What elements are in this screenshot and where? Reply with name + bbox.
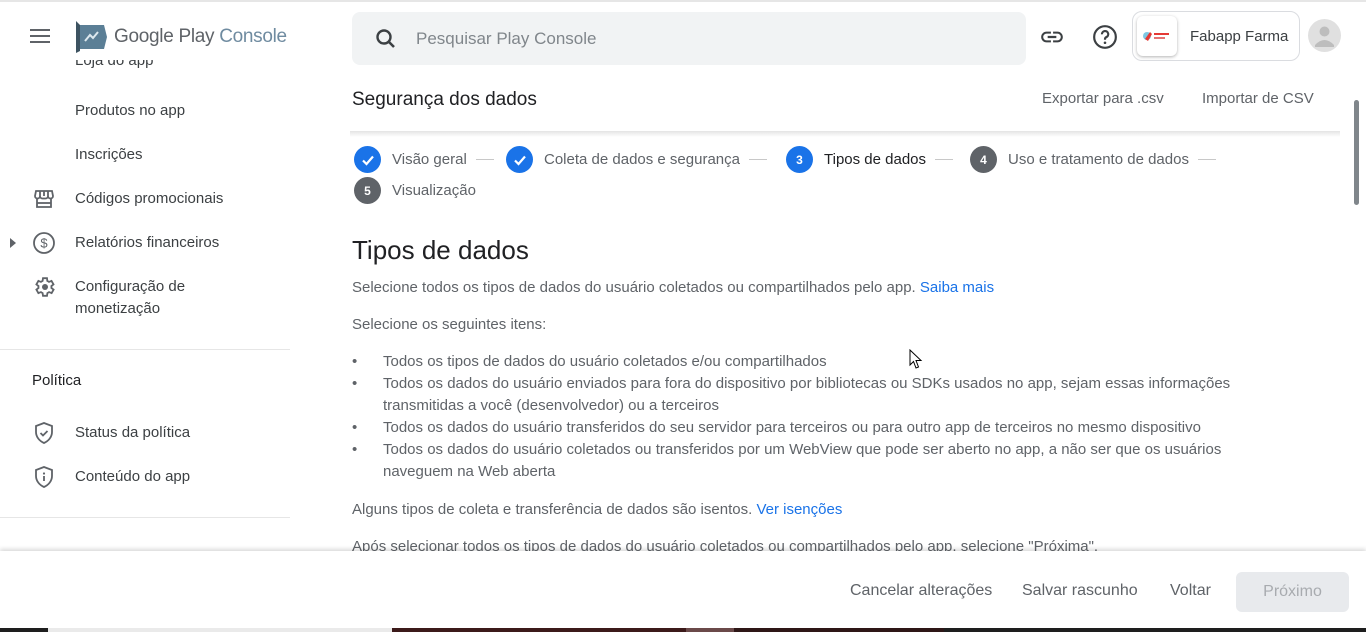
account-logo xyxy=(1137,16,1177,56)
sidebar-section-policy: Política xyxy=(32,372,82,389)
sidebar: Loja do app Produtos no app Inscrições C… xyxy=(0,60,290,550)
check-icon xyxy=(506,146,533,173)
step-connector xyxy=(935,159,954,160)
help-button[interactable] xyxy=(1090,22,1120,52)
avatar-icon xyxy=(1315,26,1334,47)
link-button[interactable] xyxy=(1037,22,1067,52)
shield-info-icon xyxy=(35,466,53,488)
step-number-badge: 4 xyxy=(970,146,997,173)
search-bar[interactable] xyxy=(352,12,1026,65)
google-play-console-logo[interactable]: Google Play Console xyxy=(74,20,287,54)
list-item: Todos os tipos de dados do usuário colet… xyxy=(352,351,1292,373)
step-number-badge: 3 xyxy=(786,146,813,173)
intro-paragraph: Selecione todos os tipos de dados do usu… xyxy=(352,279,995,296)
list-item: Todos os dados do usuário transferidos d… xyxy=(352,417,1292,439)
page-title: Segurança dos dados xyxy=(352,89,537,110)
next-button[interactable]: Próximo xyxy=(1236,572,1349,612)
step-data-collection[interactable]: Coleta de dados e segurança xyxy=(506,146,767,173)
search-input[interactable] xyxy=(416,28,976,49)
sidebar-item-cut[interactable]: Loja do app xyxy=(75,60,153,69)
export-csv-button[interactable]: Exportar para .csv xyxy=(1042,90,1164,107)
expand-arrow-icon[interactable] xyxy=(10,238,16,248)
gear-icon xyxy=(35,277,55,297)
import-csv-button[interactable]: Importar de CSV xyxy=(1202,90,1314,107)
view-exemptions-link[interactable]: Ver isenções xyxy=(756,501,842,518)
check-icon xyxy=(354,146,381,173)
requirements-list: Todos os tipos de dados do usuário colet… xyxy=(352,351,1292,483)
step-number-badge: 5 xyxy=(354,177,381,204)
learn-more-link[interactable]: Saiba mais xyxy=(920,279,994,296)
step-data-types[interactable]: 3 Tipos de dados xyxy=(786,146,954,173)
step-connector xyxy=(748,159,767,160)
step-connector xyxy=(475,159,494,160)
sidebar-divider xyxy=(0,517,290,518)
play-console-icon xyxy=(76,21,107,53)
sidebar-divider xyxy=(0,349,290,350)
step-connector xyxy=(1197,159,1216,160)
scrollbar[interactable] xyxy=(1354,100,1359,205)
os-taskbar xyxy=(0,628,1366,632)
search-icon xyxy=(376,28,395,48)
save-draft-button[interactable]: Salvar rascunho xyxy=(1022,582,1138,600)
help-icon xyxy=(1093,25,1117,49)
svg-text:$: $ xyxy=(40,236,48,251)
top-border xyxy=(0,0,1366,2)
list-item: Todos os dados do usuário enviados para … xyxy=(352,373,1292,417)
user-avatar[interactable] xyxy=(1308,19,1341,52)
account-switcher[interactable]: Fabapp Farma xyxy=(1132,11,1300,61)
list-item: Todos os dados do usuário coletados ou t… xyxy=(352,439,1292,483)
link-icon xyxy=(1041,31,1063,43)
header-shadow xyxy=(350,131,1340,137)
back-button[interactable]: Voltar xyxy=(1170,582,1211,600)
step-data-usage[interactable]: 4 Uso e tratamento de dados xyxy=(970,146,1216,173)
select-label: Selecione os seguintes itens: xyxy=(352,316,547,333)
menu-icon xyxy=(30,29,50,31)
logo-text: Google Play Console xyxy=(114,26,287,47)
dollar-icon: $ xyxy=(33,232,55,254)
account-name: Fabapp Farma xyxy=(1190,27,1289,45)
step-overview[interactable]: Visão geral xyxy=(354,146,494,173)
mouse-cursor-icon xyxy=(909,349,923,369)
menu-button[interactable] xyxy=(30,25,58,53)
section-heading: Tipos de dados xyxy=(352,235,529,265)
cancel-changes-button[interactable]: Cancelar alterações xyxy=(850,582,992,600)
shield-check-icon xyxy=(35,422,53,444)
storefront-icon xyxy=(34,190,54,208)
exemptions-paragraph: Alguns tipos de coleta e transferência d… xyxy=(352,501,843,518)
step-preview[interactable]: 5 Visualização xyxy=(354,177,476,204)
footer-action-bar: Cancelar alterações Salvar rascunho Volt… xyxy=(0,551,1366,628)
